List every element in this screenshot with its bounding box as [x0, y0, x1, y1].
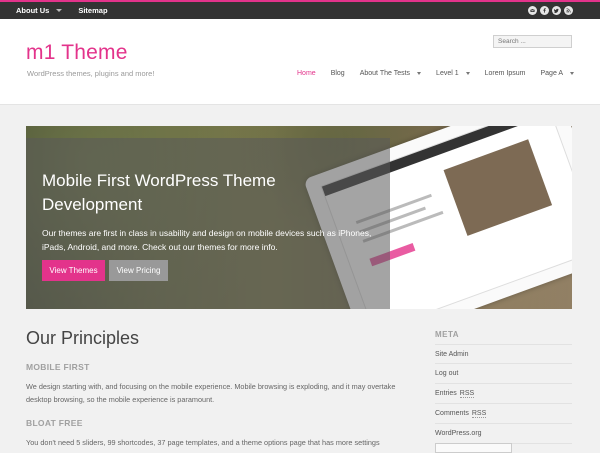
section-text: You don't need 5 sliders, 99 shortcodes,… — [26, 438, 380, 447]
nav-item-page-a[interactable]: Page A — [540, 70, 575, 77]
nav-item-label: Blog — [330, 70, 345, 77]
hero-overlay: Mobile First WordPress Theme Development… — [26, 138, 390, 309]
social-icons — [528, 6, 573, 15]
email-icon[interactable] — [528, 6, 537, 15]
meta-item-label: Entries — [435, 390, 457, 397]
nav-item-label: Lorem Ipsum — [484, 70, 526, 77]
nav-item-blog[interactable]: Blog — [331, 70, 345, 77]
twitter-icon[interactable] — [552, 6, 561, 15]
site-title[interactable]: m1 Theme — [26, 41, 128, 65]
nav-item-lorem-ipsum[interactable]: Lorem Ipsum — [485, 70, 526, 77]
top-nav-about-us[interactable]: About Us — [16, 6, 63, 15]
meta-item-wordpress-org[interactable]: WordPress.org — [435, 424, 572, 444]
top-bar: About Us Sitemap — [0, 0, 600, 19]
meta-item-abbr: RSS — [459, 389, 475, 398]
meta-item-label: WordPress.org — [435, 430, 482, 437]
sidebar-title: META — [435, 330, 460, 339]
meta-item-abbr: RSS — [471, 409, 487, 418]
nav-item-home[interactable]: Home — [297, 70, 316, 77]
top-nav-label: Sitemap — [78, 6, 108, 15]
meta-item-label: Site Admin — [435, 350, 469, 358]
nav-item-label: About The Tests — [359, 70, 411, 77]
rss-icon[interactable] — [564, 6, 573, 15]
hero-banner: Mobile First WordPress Theme Development… — [26, 126, 572, 309]
tablet-photo — [443, 139, 553, 236]
meta-item-site-admin[interactable]: Site Admin — [435, 344, 572, 364]
main-nav: Home Blog About The Tests Level 1 Lorem … — [297, 70, 589, 77]
search-input[interactable] — [493, 35, 572, 48]
chevron-down-icon — [417, 72, 422, 75]
hero-text: Our themes are first in class in usabili… — [42, 228, 372, 252]
meta-item-comments-rss[interactable]: Comments RSS — [435, 404, 572, 424]
section-heading: BLOAT FREE — [26, 418, 83, 428]
meta-list: Site Admin Log out Entries RSS Comments … — [435, 344, 572, 444]
nav-item-about-the-tests[interactable]: About The Tests — [359, 70, 422, 77]
chevron-down-icon — [465, 72, 470, 75]
meta-item-label: Log out — [435, 370, 459, 377]
facebook-icon[interactable] — [540, 6, 549, 15]
view-pricing-button[interactable]: View Pricing — [109, 260, 168, 281]
site-header: m1 Theme WordPress themes, plugins and m… — [0, 19, 600, 105]
chevron-down-icon — [570, 72, 575, 75]
nav-item-label: Home — [297, 70, 316, 77]
view-themes-button[interactable]: View Themes — [42, 260, 105, 281]
page-title: Our Principles — [26, 328, 140, 348]
top-nav-label: About Us — [16, 6, 50, 15]
nav-item-level-1[interactable]: Level 1 — [436, 70, 470, 77]
nav-item-label: Level 1 — [436, 70, 459, 77]
hero-title: Mobile First WordPress Theme Development — [42, 171, 276, 214]
meta-item-entries-rss[interactable]: Entries RSS — [435, 384, 572, 404]
top-nav-sitemap[interactable]: Sitemap — [78, 6, 107, 15]
top-nav: About Us Sitemap — [16, 2, 124, 19]
meta-item-label: Comments — [435, 410, 469, 417]
site-tagline: WordPress themes, plugins and more! — [27, 69, 155, 78]
section-text: We design starting with, and focusing on… — [26, 382, 396, 404]
section-heading: MOBILE FIRST — [26, 362, 90, 372]
meta-item-log-out[interactable]: Log out — [435, 364, 572, 384]
chevron-down-icon — [56, 9, 63, 12]
sidebar-input[interactable] — [435, 443, 512, 453]
nav-item-label: Page A — [540, 70, 564, 77]
